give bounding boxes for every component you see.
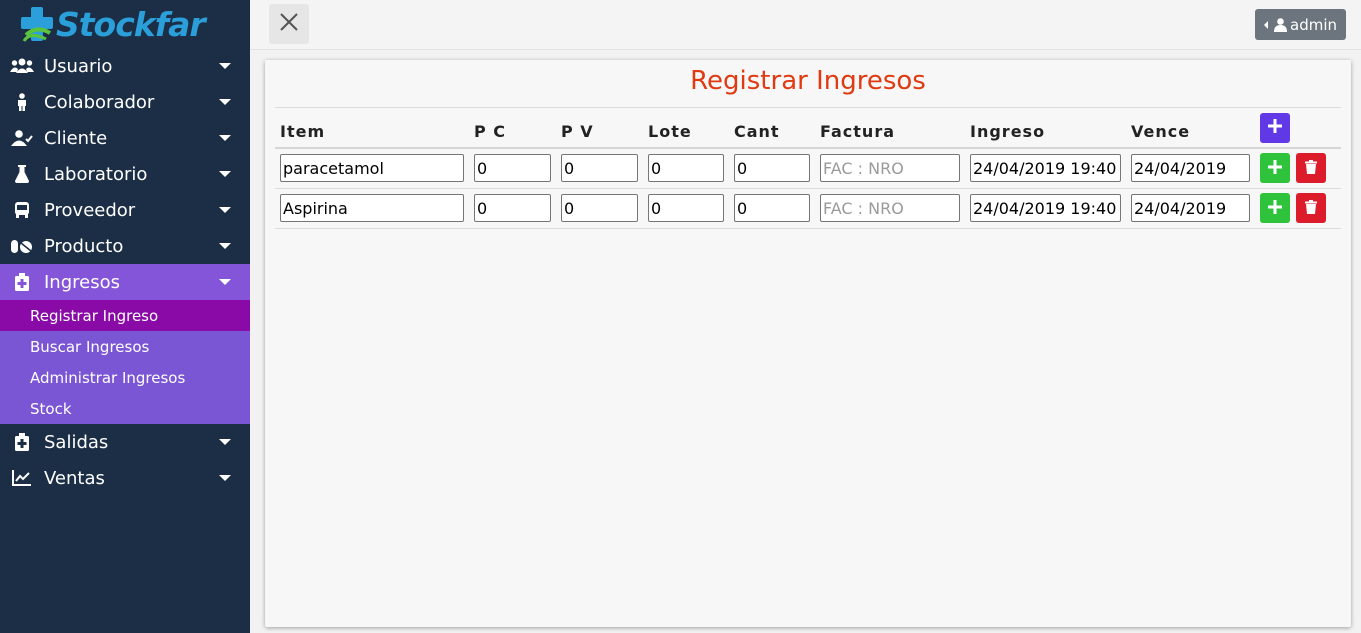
plus-icon — [1268, 199, 1282, 218]
sidebar-item-label: Ingresos — [44, 271, 120, 293]
sidebar-item-label: Producto — [44, 235, 124, 257]
client-icon — [10, 129, 34, 147]
logo: Stockfar — [0, 0, 250, 48]
column-header: Cant — [729, 108, 815, 149]
page-title: Registrar Ingresos — [690, 66, 926, 96]
ingresos-table: Item P C P V Lote Cant Factura Ingreso V… — [275, 108, 1341, 229]
sidebar: Stockfar Usuario Colaborador Cliente Lab… — [0, 0, 250, 633]
caret-down-icon — [219, 475, 231, 481]
sidebar-item-label: Laboratorio — [44, 163, 148, 185]
add-row-button[interactable] — [1260, 112, 1290, 143]
caret-down-icon — [219, 207, 231, 213]
sidebar-item-ventas[interactable]: Ventas — [0, 460, 250, 496]
table-row — [275, 148, 1341, 189]
plus-icon — [1268, 118, 1282, 137]
caret-down-icon — [219, 279, 231, 285]
submenu-item-stock[interactable]: Stock — [0, 393, 250, 424]
topbar: admin — [250, 0, 1361, 50]
vence-input[interactable] — [1131, 154, 1250, 183]
user-menu-button[interactable]: admin — [1255, 9, 1346, 40]
plus-icon — [1268, 159, 1282, 178]
column-header: P C — [469, 108, 556, 149]
user-name: admin — [1290, 15, 1337, 34]
sidebar-item-ingresos[interactable]: Ingresos — [0, 264, 250, 300]
bus-icon — [10, 201, 34, 219]
ingresos-submenu: Registrar Ingreso Buscar Ingresos Admini… — [0, 300, 250, 424]
sidebar-item-label: Salidas — [44, 431, 109, 453]
delete-row-button[interactable] — [1296, 153, 1327, 184]
sidebar-item-label: Ventas — [44, 467, 105, 489]
pills-icon — [10, 237, 34, 255]
item-input[interactable] — [280, 154, 464, 183]
add-below-button[interactable] — [1260, 153, 1290, 184]
sidebar-item-label: Colaborador — [44, 91, 155, 113]
brand-name: Stockfar — [56, 4, 206, 44]
column-header: Vence — [1126, 108, 1255, 149]
column-header: Lote — [643, 108, 729, 149]
factura-input[interactable] — [820, 194, 960, 222]
column-header: P V — [556, 108, 643, 149]
sidebar-item-proveedor[interactable]: Proveedor — [0, 192, 250, 228]
caret-left-icon — [1264, 20, 1268, 29]
factura-input[interactable] — [820, 154, 960, 183]
sidebar-item-producto[interactable]: Producto — [0, 228, 250, 264]
ingreso-input[interactable] — [970, 154, 1121, 183]
sidebar-item-label: Proveedor — [44, 199, 136, 221]
sidebar-item-label: Cliente — [44, 127, 108, 149]
lote-input[interactable] — [648, 154, 724, 183]
caret-down-icon — [219, 99, 231, 105]
submenu-item-administrar-ingresos[interactable]: Administrar Ingresos — [0, 362, 250, 393]
column-header-actions — [1255, 108, 1341, 149]
trash-icon — [1305, 199, 1318, 218]
sidebar-item-usuario[interactable]: Usuario — [0, 48, 250, 84]
column-header: Factura — [815, 108, 965, 149]
caret-down-icon — [219, 439, 231, 445]
collaborator-icon — [10, 93, 34, 111]
register-card: Registrar Ingresos Item P C P V Lote Can… — [265, 60, 1351, 627]
sidebar-item-label: Usuario — [44, 55, 113, 77]
cant-input[interactable] — [734, 154, 810, 183]
delete-row-button[interactable] — [1296, 193, 1327, 223]
table-row — [275, 188, 1341, 229]
chart-line-icon — [10, 469, 34, 487]
close-icon — [279, 12, 299, 36]
table-header-row: Item P C P V Lote Cant Factura Ingreso V… — [275, 108, 1341, 149]
column-header: Ingreso — [965, 108, 1126, 149]
item-input[interactable] — [280, 194, 464, 222]
pv-input[interactable] — [561, 154, 638, 183]
caret-down-icon — [219, 243, 231, 249]
sidebar-item-cliente[interactable]: Cliente — [0, 120, 250, 156]
caret-down-icon — [219, 135, 231, 141]
users-icon — [10, 57, 34, 75]
pv-input[interactable] — [561, 194, 638, 222]
medkit-icon — [10, 433, 34, 451]
trash-icon — [1305, 159, 1318, 178]
user-icon — [1274, 17, 1287, 32]
flask-icon — [10, 165, 34, 183]
caret-down-icon — [219, 63, 231, 69]
vence-input[interactable] — [1131, 194, 1250, 222]
logo-cross-icon — [20, 5, 54, 43]
close-sidebar-button[interactable] — [269, 4, 309, 44]
submenu-item-registrar-ingreso[interactable]: Registrar Ingreso — [0, 300, 250, 331]
lote-input[interactable] — [648, 194, 724, 222]
sidebar-item-salidas[interactable]: Salidas — [0, 424, 250, 460]
add-below-button[interactable] — [1260, 193, 1290, 223]
pc-input[interactable] — [474, 154, 551, 183]
caret-down-icon — [219, 171, 231, 177]
sidebar-item-colaborador[interactable]: Colaborador — [0, 84, 250, 120]
column-header: Item — [275, 108, 469, 149]
ingreso-input[interactable] — [970, 194, 1121, 222]
pc-input[interactable] — [474, 194, 551, 222]
medkit-icon — [10, 273, 34, 291]
cant-input[interactable] — [734, 194, 810, 222]
submenu-item-buscar-ingresos[interactable]: Buscar Ingresos — [0, 331, 250, 362]
sidebar-item-laboratorio[interactable]: Laboratorio — [0, 156, 250, 192]
